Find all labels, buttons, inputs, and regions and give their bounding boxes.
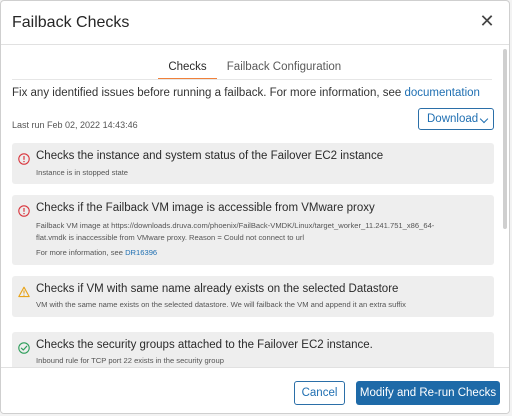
warning-icon	[18, 286, 30, 298]
cancel-button[interactable]: Cancel	[294, 381, 345, 405]
intro-text-body: Fix any identified issues before running…	[12, 87, 405, 99]
error-icon	[18, 205, 30, 217]
tab-failback-configuration[interactable]: Failback Configuration	[226, 57, 342, 78]
download-button-label: Download	[427, 113, 479, 125]
check-card: Checks the instance and system status of…	[12, 143, 494, 184]
documentation-link[interactable]: documentation	[404, 87, 479, 99]
tab-bar: Checks Failback Configuration	[1, 57, 509, 80]
check-title: Checks if the Failback VM image is acces…	[36, 202, 375, 214]
check-description: Failback VM image at https://downloads.d…	[36, 221, 435, 230]
check-description: VM with the same name exists on the sele…	[36, 300, 406, 309]
tab-divider	[12, 79, 492, 80]
dialog-footer: Cancel Modify and Re-run Checks	[1, 367, 509, 413]
intro-text: Fix any identified issues before running…	[12, 87, 480, 99]
scrollbar-thumb[interactable]	[503, 49, 507, 229]
tab-checks[interactable]: Checks	[158, 57, 217, 80]
error-icon	[18, 153, 30, 165]
modify-and-rerun-checks-button[interactable]: Modify and Re-run Checks	[356, 381, 500, 405]
check-description: flat.vmdk is inaccessible from VMware pr…	[36, 233, 305, 242]
check-circle-icon	[18, 342, 30, 354]
check-title: Checks if VM with same name already exis…	[36, 283, 399, 295]
check-description: Instance is in stopped state	[36, 168, 129, 177]
check-description: Inbound rule for TCP port 22 exists in t…	[36, 356, 224, 365]
download-button[interactable]: Download	[418, 108, 494, 130]
dialog-header: Failback Checks ✕	[1, 1, 509, 45]
check-card: Checks if VM with same name already exis…	[12, 276, 494, 317]
check-card: Checks if the Failback VM image is acces…	[12, 195, 494, 265]
check-more-info: For more information, see DR16396	[36, 247, 157, 259]
check-title: Checks the security groups attached to t…	[36, 339, 373, 351]
last-run-timestamp: Last run Feb 02, 2022 14:43:46	[12, 120, 138, 130]
dr16396-link[interactable]: DR16396	[125, 248, 157, 257]
more-info-text: For more information, see	[36, 248, 126, 257]
check-card: Checks the security groups attached to t…	[12, 332, 494, 370]
chevron-down-icon	[479, 114, 489, 124]
close-icon[interactable]: ✕	[478, 12, 496, 30]
failback-checks-dialog: Failback Checks ✕ Checks Failback Config…	[0, 0, 510, 414]
check-title: Checks the instance and system status of…	[36, 150, 384, 162]
dialog-title: Failback Checks	[12, 14, 130, 31]
